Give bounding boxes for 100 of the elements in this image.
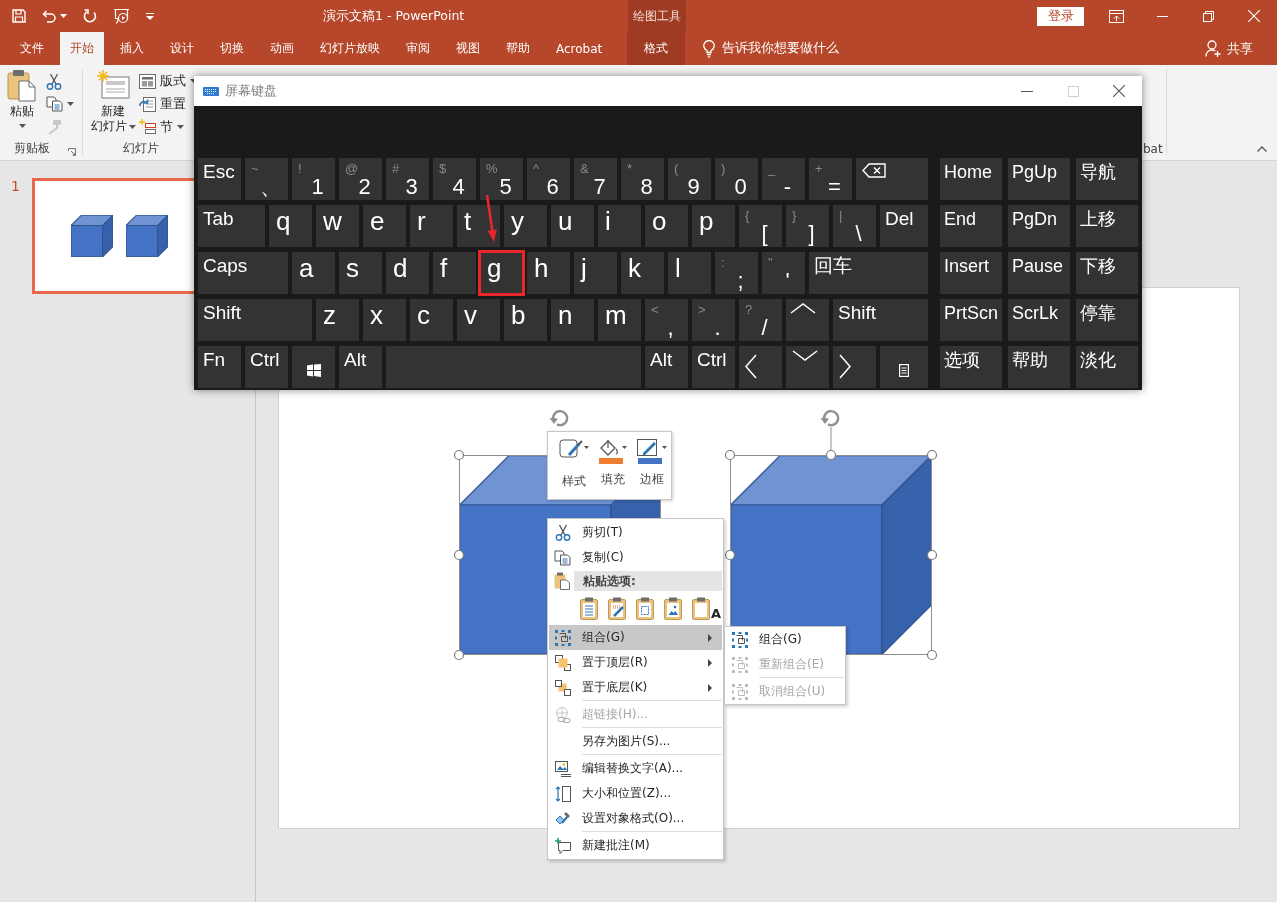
keyboard-key[interactable]: [786, 346, 829, 388]
keyboard-key[interactable]: * 8: [621, 158, 664, 200]
keyboard-key[interactable]: x: [363, 299, 406, 341]
keyboard-key[interactable]: Esc: [198, 158, 241, 200]
paste-option-button[interactable]: [608, 596, 626, 620]
keyboard-key[interactable]: j: [574, 252, 617, 294]
keyboard-key[interactable]: h: [527, 252, 570, 294]
keyboard-key[interactable]: < ,: [645, 299, 688, 341]
keyboard-key[interactable]: [833, 346, 876, 388]
menu-item[interactable]: 编辑替换文字(A)...: [549, 754, 722, 781]
keyboard-key[interactable]: % 5: [480, 158, 523, 200]
ribbon-tab[interactable]: 格式: [627, 32, 686, 65]
cube-shape[interactable]: [730, 455, 932, 655]
ribbon-tab[interactable]: 文件: [10, 32, 54, 65]
keyboard-key[interactable]: ( 9: [668, 158, 711, 200]
paste-option-button[interactable]: [580, 596, 598, 620]
menu-item[interactable]: 另存为图片(S)...: [549, 727, 722, 754]
keyboard-key[interactable]: _ -: [762, 158, 805, 200]
resize-handle[interactable]: [724, 549, 736, 561]
paste-option-button[interactable]: A: [692, 596, 722, 620]
keyboard-key[interactable]: i: [598, 205, 641, 247]
keyboard-key[interactable]: v: [457, 299, 500, 341]
ribbon-tab[interactable]: 视图: [446, 32, 490, 65]
shape-outline-button[interactable]: 边框: [633, 437, 671, 499]
keyboard-key[interactable]: > .: [692, 299, 735, 341]
keyboard-key[interactable]: ! 1: [292, 158, 335, 200]
keyboard-key[interactable]: d: [386, 252, 429, 294]
keyboard-key[interactable]: : ;: [715, 252, 758, 294]
ribbon-tab[interactable]: 切换: [210, 32, 254, 65]
keyboard-key[interactable]: End: [940, 205, 1002, 247]
keyboard-key[interactable]: Del: [880, 205, 928, 247]
resize-handle[interactable]: [825, 449, 837, 461]
keyboard-key[interactable]: 选项: [940, 346, 1002, 388]
keyboard-key[interactable]: s: [339, 252, 382, 294]
keyboard-key[interactable]: u: [551, 205, 594, 247]
keyboard-key[interactable]: b: [504, 299, 547, 341]
keyboard-key[interactable]: Pause: [1008, 252, 1070, 294]
menu-item[interactable]: 组合(G): [549, 625, 722, 650]
keyboard-key[interactable]: @ 2: [339, 158, 382, 200]
keyboard-key[interactable]: PgDn: [1008, 205, 1070, 247]
copy-button[interactable]: [44, 95, 76, 113]
menu-item[interactable]: 复制(C): [549, 545, 722, 570]
keyboard-key[interactable]: c: [410, 299, 453, 341]
keyboard-key[interactable]: 上移: [1076, 205, 1138, 247]
tell-me-search[interactable]: 告诉我你想要做什么: [699, 32, 844, 65]
resize-handle[interactable]: [926, 449, 938, 461]
keyboard-key[interactable]: ) 0: [715, 158, 758, 200]
keyboard-key[interactable]: w: [316, 205, 359, 247]
resize-handle[interactable]: [453, 649, 465, 661]
menu-item[interactable]: 大小和位置(Z)...: [549, 781, 722, 806]
ribbon-tab[interactable]: 开始: [60, 32, 104, 65]
keyboard-key[interactable]: ? /: [739, 299, 782, 341]
ribbon-tab[interactable]: 设计: [160, 32, 204, 65]
ribbon-tab[interactable]: Acrobat: [546, 32, 613, 65]
keyboard-key[interactable]: p: [692, 205, 735, 247]
rotate-handle[interactable]: [549, 410, 569, 427]
keyboard-key[interactable]: | \: [833, 205, 876, 247]
resize-handle[interactable]: [926, 649, 938, 661]
ribbon-tab[interactable]: 插入: [110, 32, 154, 65]
keyboard-key[interactable]: Ctrl: [692, 346, 735, 388]
keyboard-key[interactable]: Fn: [198, 346, 241, 388]
keyboard-key[interactable]: [739, 346, 782, 388]
keyboard-key[interactable]: e: [363, 205, 406, 247]
slide-thumbnail[interactable]: [32, 178, 197, 294]
keyboard-key[interactable]: Home: [940, 158, 1002, 200]
collapse-ribbon-icon[interactable]: [1257, 146, 1267, 152]
keyboard-key[interactable]: 停靠: [1076, 299, 1138, 341]
keyboard-key[interactable]: ScrLk: [1008, 299, 1070, 341]
ribbon-tab[interactable]: 动画: [260, 32, 304, 65]
ribbon-tab[interactable]: 幻灯片放映: [310, 32, 390, 65]
paste-option-button[interactable]: [636, 596, 654, 620]
new-slide-button[interactable]: 新建 幻灯片: [88, 65, 138, 134]
keyboard-key[interactable]: y: [504, 205, 547, 247]
resize-handle[interactable]: [453, 549, 465, 561]
keyboard-key[interactable]: PgUp: [1008, 158, 1070, 200]
share-button[interactable]: 共享: [1201, 32, 1257, 65]
keyboard-key[interactable]: ~ 、: [245, 158, 288, 200]
keyboard-key[interactable]: k: [621, 252, 664, 294]
paste-button[interactable]: 粘贴: [0, 65, 44, 128]
keyboard-key[interactable]: Ctrl: [245, 346, 288, 388]
keyboard-key[interactable]: [786, 299, 829, 341]
keyboard-key[interactable]: t: [457, 205, 500, 247]
keyboard-key[interactable]: " ': [762, 252, 805, 294]
keyboard-key[interactable]: 下移: [1076, 252, 1138, 294]
keyboard-key[interactable]: r: [410, 205, 453, 247]
shape-style-button[interactable]: 样式: [555, 437, 593, 499]
keyboard-key[interactable]: 帮助: [1008, 346, 1070, 388]
keyboard-key[interactable]: [856, 158, 928, 200]
keyboard-key[interactable]: 淡化: [1076, 346, 1138, 388]
resize-handle[interactable]: [453, 449, 465, 461]
keyboard-key[interactable]: [292, 346, 335, 388]
keyboard-key[interactable]: o: [645, 205, 688, 247]
keyboard-key[interactable]: ^ 6: [527, 158, 570, 200]
keyboard-key[interactable]: a: [292, 252, 335, 294]
keyboard-key[interactable]: 导航: [1076, 158, 1138, 200]
keyboard-key[interactable]: Alt: [339, 346, 382, 388]
menu-item[interactable]: 剪切(T): [549, 520, 722, 545]
keyboard-key[interactable]: Insert: [940, 252, 1002, 294]
keyboard-key[interactable]: PrtScn: [940, 299, 1002, 341]
dialog-launcher-icon[interactable]: [68, 147, 76, 156]
